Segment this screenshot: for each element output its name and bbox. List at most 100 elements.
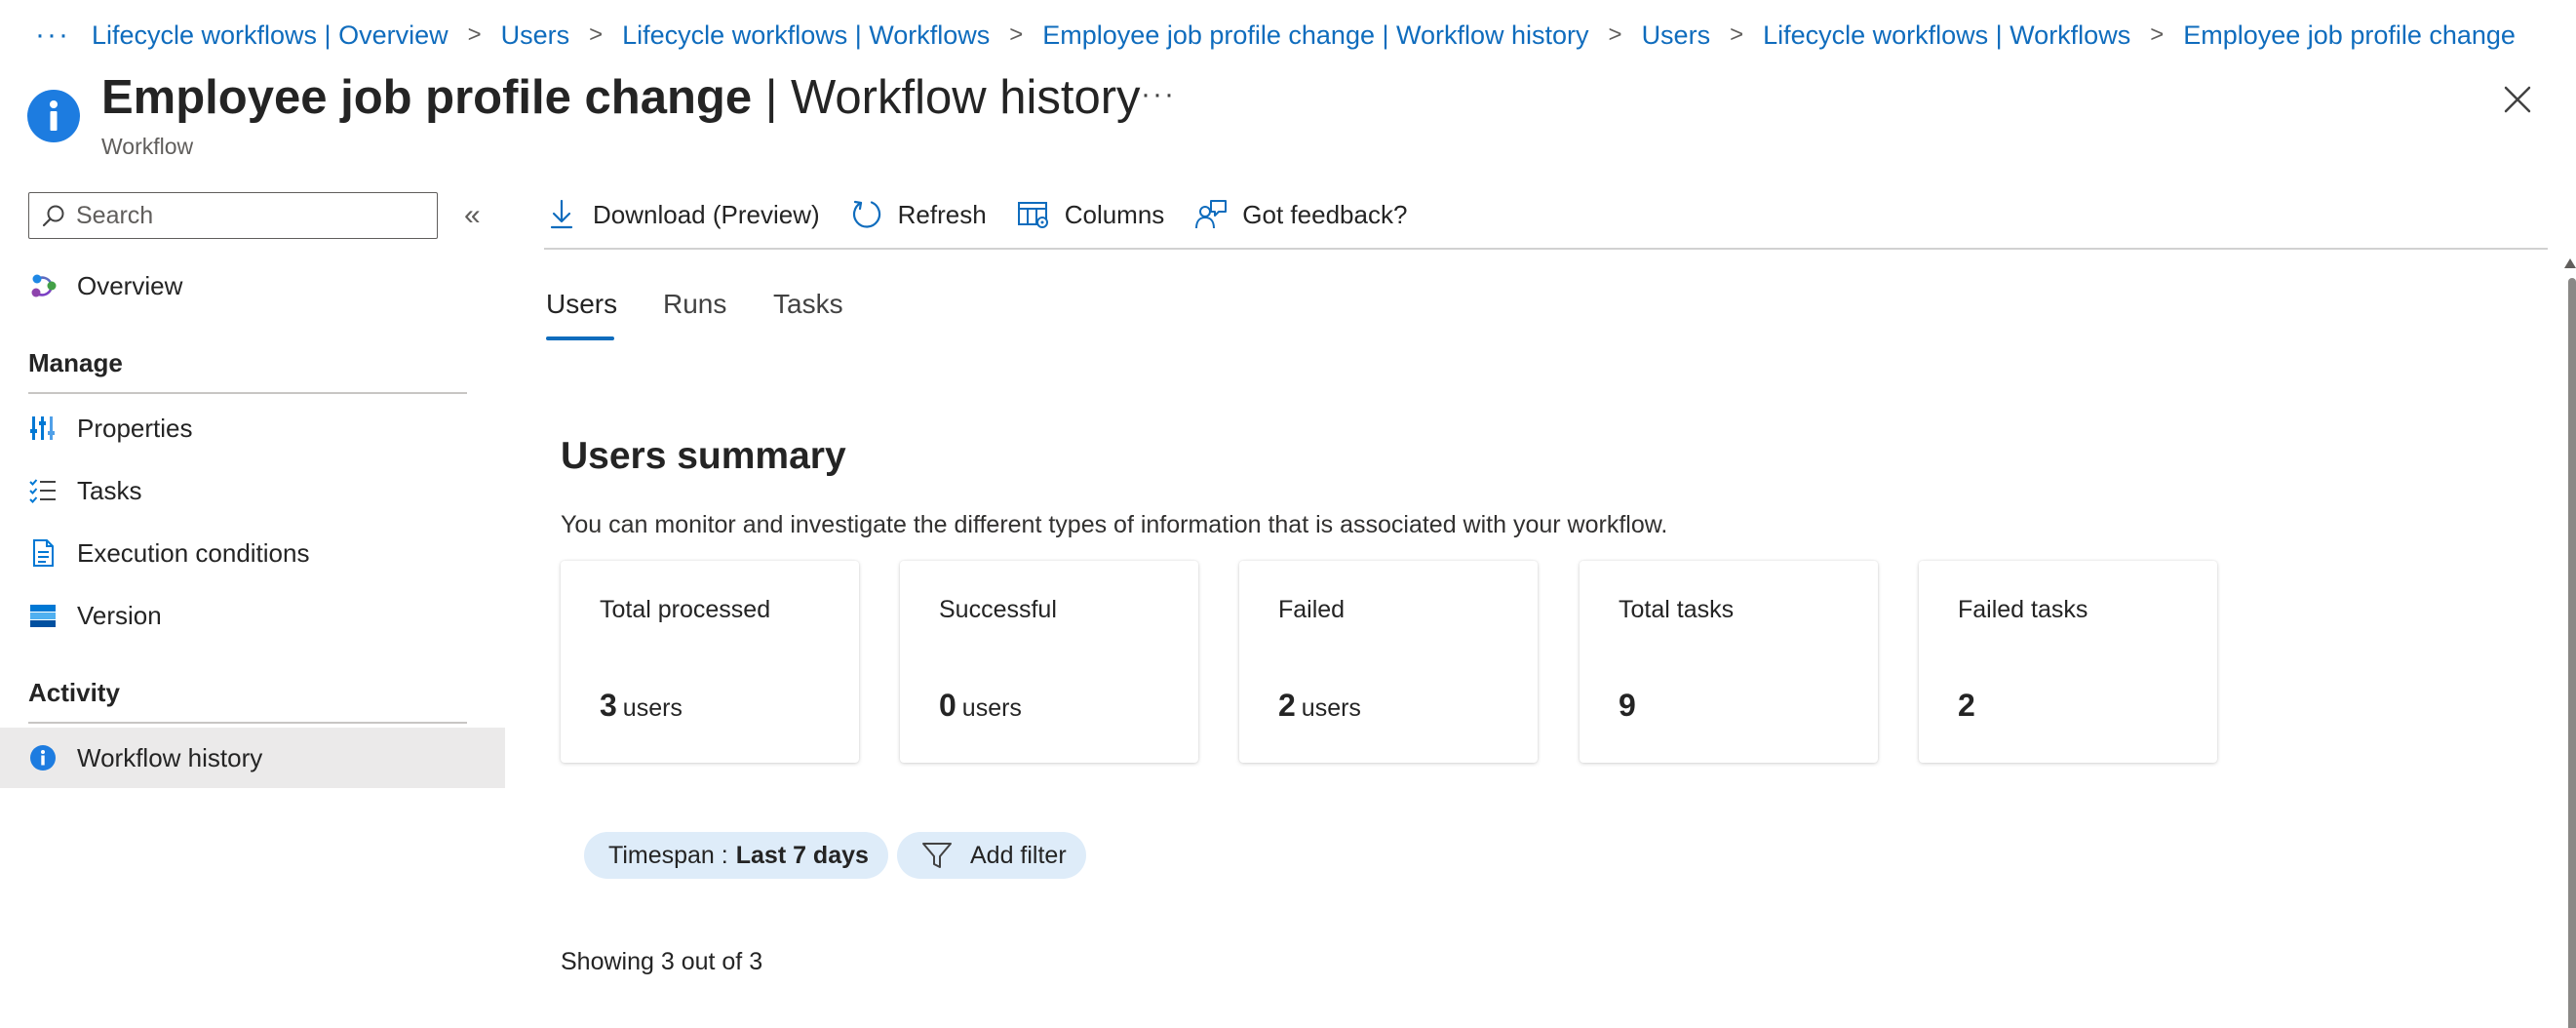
columns-icon [1016,197,1051,232]
card-label: Total processed [600,596,771,623]
timespan-filter-pill[interactable]: Timespan : Last 7 days [584,832,888,879]
summary-card-successful: Successful 0 users [900,561,1198,763]
breadcrumb: ··· Lifecycle workflows | Overview > Use… [35,16,2516,55]
properties-icon [28,414,58,443]
breadcrumb-item[interactable]: Users [1642,20,1711,51]
breadcrumb-item[interactable]: Users [501,20,570,51]
active-tab-indicator [546,336,614,340]
columns-label: Columns [1064,199,1165,229]
tab-runs[interactable]: Runs [663,289,726,320]
close-button[interactable] [2502,84,2533,115]
search-icon [42,205,64,227]
divider [28,392,467,394]
scrollbar-thumb[interactable] [2568,278,2576,1028]
tab-tasks[interactable]: Tasks [773,289,843,320]
page-title-section: Workflow history [791,71,1141,124]
info-icon [28,743,58,772]
scroll-up-arrow-icon[interactable] [2564,258,2576,268]
breadcrumb-more-button[interactable]: ··· [35,19,70,52]
chevron-right-icon: > [1730,21,1744,48]
card-value-wrap: 3 users [600,688,683,724]
sidebar-item-label: Workflow history [77,742,263,772]
breadcrumb-item[interactable]: Lifecycle workflows | Workflows [1763,20,2130,51]
card-value: 9 [1619,688,1636,723]
summary-description: You can monitor and investigate the diff… [561,511,1668,538]
breadcrumb-item[interactable]: Lifecycle workflows | Workflows [622,20,990,51]
section-activity: Activity [28,678,120,707]
card-value: 0 [939,688,956,723]
download-icon [544,197,579,232]
timespan-label: Timespan : [608,841,728,869]
refresh-button[interactable]: Refresh [849,197,987,232]
task-list-icon [28,476,58,505]
card-unit: users [1301,694,1361,722]
sidebar-item-label: Version [77,600,162,630]
sidebar-item-version[interactable]: Version [0,585,505,646]
refresh-label: Refresh [897,199,987,229]
section-manage: Manage [28,348,123,377]
card-value: 2 [1278,688,1296,723]
chevron-right-icon: > [1608,21,1622,48]
chevron-right-icon: > [589,21,604,48]
summary-card-failed-tasks: Failed tasks 2 [1919,561,2217,763]
summary-title: Users summary [561,435,846,477]
card-value-wrap: 9 [1619,688,1636,724]
sidebar-item-label: Properties [77,413,193,443]
add-filter-label: Add filter [970,841,1067,869]
sidebar-item-properties[interactable]: Properties [0,398,505,458]
collapse-sidebar-button[interactable]: « [464,199,481,232]
info-icon [27,90,80,142]
sidebar-item-execution-conditions[interactable]: Execution conditions [0,523,505,583]
add-filter-button[interactable]: Add filter [897,832,1086,879]
page-subtitle: Workflow [101,134,194,159]
chevron-right-icon: > [1009,21,1024,48]
card-value: 3 [600,688,617,723]
feedback-button[interactable]: Got feedback? [1193,197,1407,232]
chevron-right-icon: > [2150,21,2165,48]
columns-button[interactable]: Columns [1016,197,1165,232]
card-value-wrap: 2 [1958,688,1975,724]
sidebar-item-overview[interactable]: Overview [0,256,505,316]
divider [28,722,467,724]
more-options-button[interactable]: ··· [1141,78,1176,111]
card-unit: users [961,694,1022,722]
scrollbar[interactable] [2564,258,2576,1028]
card-label: Failed [1278,596,1346,623]
summary-card-total-tasks: Total tasks 9 [1580,561,1878,763]
card-value: 2 [1958,688,1975,723]
page-title: Employee job profile change | Workflow h… [101,70,1141,125]
breadcrumb-item[interactable]: Employee job profile change | Workflow h… [1042,20,1588,51]
sidebar-item-workflow-history[interactable]: Workflow history [0,728,505,788]
refresh-icon [849,197,884,232]
document-icon [28,538,58,568]
download-label: Download (Preview) [593,199,820,229]
search-input[interactable] [76,201,427,230]
sidebar-search [28,192,438,239]
command-bar: Download (Preview) Refresh Columns Got f… [544,185,1436,244]
card-value-wrap: 2 users [1278,688,1361,724]
sidebar-item-label: Execution conditions [77,537,310,568]
sidebar-item-label: Overview [77,270,183,300]
page-title-separator: | [752,71,792,124]
breadcrumb-item[interactable]: Lifecycle workflows | Overview [92,20,449,51]
sidebar-item-tasks[interactable]: Tasks [0,460,505,521]
chevron-right-icon: > [467,21,482,48]
feedback-label: Got feedback? [1242,199,1408,229]
breadcrumb-item[interactable]: Employee job profile change [2183,20,2516,51]
page-title-main: Employee job profile change [101,71,753,124]
timespan-value: Last 7 days [735,841,869,869]
card-unit: users [622,694,683,722]
card-value-wrap: 0 users [939,688,1022,724]
divider [544,248,2548,250]
download-button[interactable]: Download (Preview) [544,197,820,232]
tab-users[interactable]: Users [546,289,617,320]
card-label: Successful [939,596,1057,623]
card-label: Total tasks [1619,596,1735,623]
sidebar-item-label: Tasks [77,475,142,505]
overview-icon [28,271,58,300]
feedback-icon [1193,197,1229,232]
version-icon [28,601,58,630]
filter-icon [921,841,953,870]
summary-card-total-processed: Total processed 3 users [561,561,859,763]
close-icon [2504,86,2531,113]
